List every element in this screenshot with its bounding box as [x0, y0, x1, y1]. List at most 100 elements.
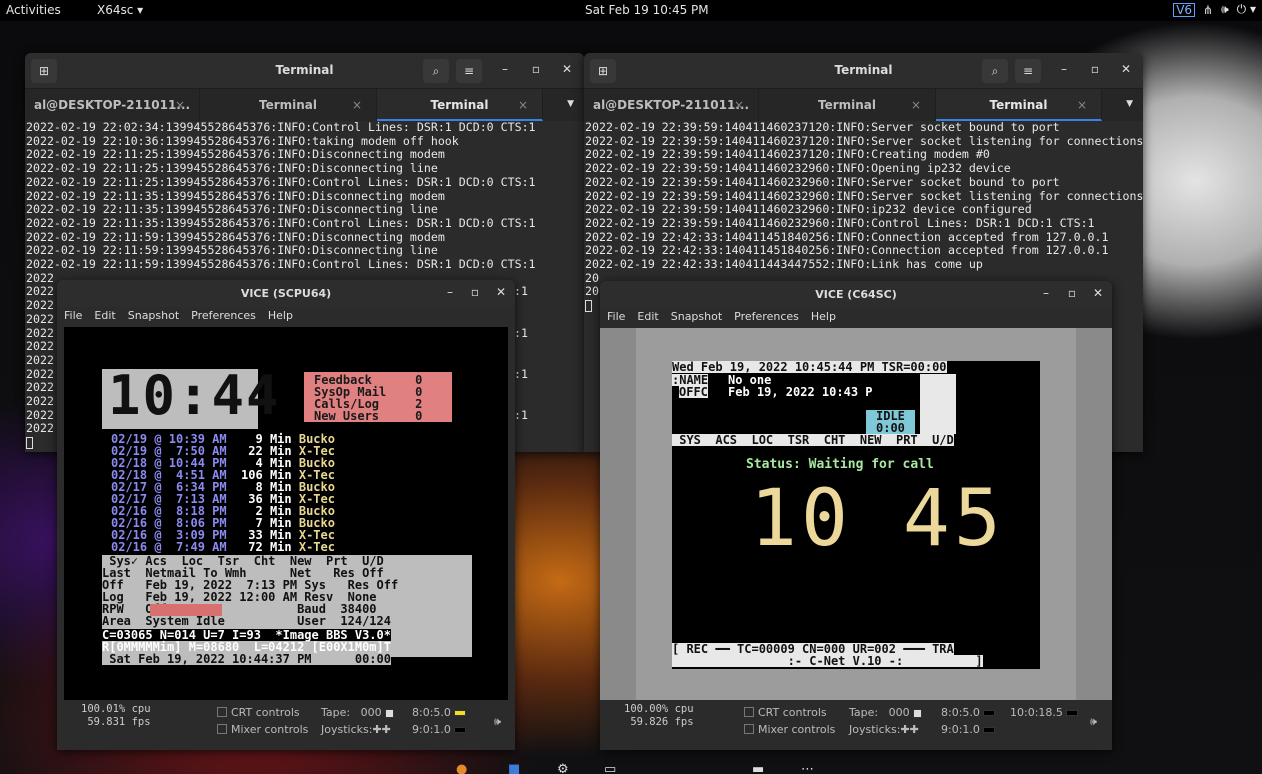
- terminal-line: 2022-02-19 22:11:35:139945528645376:INFO…: [26, 215, 536, 230]
- power-icon[interactable]: ⏻ ▾: [1237, 2, 1256, 17]
- maximize-button[interactable]: ▫: [1087, 62, 1103, 76]
- search-icon[interactable]: ⌕: [982, 59, 1008, 83]
- volume-icon[interactable]: 🕪: [1221, 2, 1229, 17]
- drive9-status[interactable]: 9:0:1.0: [941, 723, 996, 736]
- drive10-status[interactable]: 10:0:18.5: [1010, 706, 1079, 719]
- crt-controls-checkbox[interactable]: CRT controls: [744, 706, 827, 719]
- bbs-info: Last Netmail To Wmh Net Res Off Off Feb 1…: [102, 567, 398, 627]
- emulator-screen[interactable]: 10:44 Feedback 0 SysOp Mail 0 Calls/Log 2N…: [64, 327, 508, 703]
- terminal-line: 2022-02-19 22:11:25:139945528645376:INFO…: [26, 161, 438, 176]
- drive8-status[interactable]: 8:0:5.0: [941, 706, 996, 719]
- tab-2[interactable]: Terminal ×: [200, 89, 377, 121]
- menu-edit[interactable]: Edit: [94, 307, 115, 327]
- volume-icon[interactable]: 🕪: [494, 715, 501, 729]
- show-apps-icon[interactable]: ⋯: [801, 762, 814, 774]
- network-icon[interactable]: ⋔: [1203, 3, 1213, 17]
- vice-tray-icon[interactable]: V6: [1173, 2, 1196, 17]
- tab-3[interactable]: Terminal ×: [936, 89, 1102, 121]
- terminal-line: 2022-02-19 22:39:59:140411460237120:INFO…: [585, 121, 1060, 134]
- maximize-button[interactable]: ▫: [467, 285, 483, 299]
- joystick-icon: ✚✚: [900, 723, 919, 736]
- terminal-icon[interactable]: ▭: [604, 762, 616, 774]
- firefox-icon[interactable]: ●: [456, 762, 467, 774]
- close-button[interactable]: ✕: [1090, 286, 1106, 300]
- tab-bar: al@DESKTOP-211011... × Terminal × Terminal…: [25, 89, 584, 121]
- drive9-label: 9:0:1.0: [941, 723, 980, 736]
- menu-file[interactable]: File: [64, 307, 82, 327]
- stat-label: New Users: [314, 409, 416, 423]
- drive9-status[interactable]: 9:0:1.0: [412, 723, 467, 736]
- hamburger-menu-icon[interactable]: ≡: [456, 59, 482, 83]
- close-tab-icon[interactable]: ×: [352, 89, 362, 121]
- joystick-status[interactable]: Joysticks:✚✚: [321, 723, 391, 736]
- menu-snapshot[interactable]: Snapshot: [671, 308, 722, 328]
- tape-status[interactable]: Tape: 000: [321, 706, 395, 719]
- cursor: [585, 299, 592, 312]
- vice-menubar: File Edit Snapshot Preferences Help: [57, 307, 515, 327]
- close-button[interactable]: ✕: [559, 62, 575, 76]
- terminal-line: 2022-02-19 22:39:59:140411460232960:INFO…: [585, 202, 1032, 217]
- search-icon[interactable]: ⌕: [423, 59, 449, 83]
- drive8-status[interactable]: 8:0:5.0: [412, 706, 467, 719]
- vice-statusbar: 100.01% cpu 59.831 fps CRT controls Mixer…: [57, 700, 515, 750]
- joystick-label: Joysticks:: [321, 723, 373, 736]
- vice-header: VICE (SCPU64) – ▫ ✕: [57, 280, 515, 307]
- menu-preferences[interactable]: Preferences: [191, 307, 256, 327]
- system-tray[interactable]: V6 ⋔ 🕪 ⏻ ▾: [1173, 2, 1256, 17]
- close-button[interactable]: ✕: [1118, 62, 1134, 76]
- menu-edit[interactable]: Edit: [637, 308, 658, 328]
- menu-preferences[interactable]: Preferences: [734, 308, 799, 328]
- crt-controls-checkbox[interactable]: CRT controls: [217, 706, 300, 719]
- tape-label: Tape:: [849, 706, 879, 719]
- minimize-button[interactable]: –: [1038, 286, 1054, 300]
- activities-button[interactable]: Activities: [6, 3, 61, 17]
- tab-dropdown-icon[interactable]: ▼: [567, 99, 574, 109]
- drive9-label: 9:0:1.0: [412, 723, 451, 736]
- menu-help[interactable]: Help: [268, 307, 293, 327]
- cpu-readout: 100.01% cpu: [81, 703, 151, 715]
- tab-1[interactable]: al@DESKTOP-211011... ×: [584, 89, 759, 121]
- minimize-button[interactable]: –: [497, 62, 513, 76]
- close-tab-icon[interactable]: ×: [1077, 89, 1087, 121]
- bbs-stats: Feedback 0 SysOp Mail 0 Calls/Log 2 New Use…: [314, 374, 422, 422]
- mixer-controls-checkbox[interactable]: Mixer controls: [744, 723, 835, 736]
- volume-icon[interactable]: 🕪: [1090, 715, 1097, 729]
- tape-status[interactable]: Tape: 000: [849, 706, 923, 719]
- minimize-button[interactable]: –: [442, 285, 458, 299]
- close-tab-icon[interactable]: ×: [911, 89, 921, 121]
- app-menu[interactable]: X64sc ▾: [97, 3, 143, 17]
- files-icon[interactable]: ■: [508, 762, 520, 774]
- mixer-controls-checkbox[interactable]: Mixer controls: [217, 723, 308, 736]
- terminal-line: 2022-02-19 22:11:59:139945528645376:INFO…: [26, 243, 438, 258]
- drive-icon[interactable]: ▬: [752, 762, 764, 774]
- emulator-screen[interactable]: Wed Feb 19, 2022 10:45:44 PM TSR=00:00 :…: [600, 328, 1112, 701]
- status-line: Status: Waiting for call: [746, 457, 934, 472]
- close-tab-icon[interactable]: ×: [734, 89, 744, 121]
- tab-dropdown-icon[interactable]: ▼: [1126, 99, 1133, 109]
- hamburger-menu-icon[interactable]: ≡: [1015, 59, 1041, 83]
- tab-1[interactable]: al@DESKTOP-211011... ×: [25, 89, 200, 121]
- terminal-line: 2022-02-19 22:11:25:139945528645376:INFO…: [26, 174, 536, 189]
- close-tab-icon[interactable]: ×: [518, 89, 528, 121]
- minimize-button[interactable]: –: [1056, 62, 1072, 76]
- menu-snapshot[interactable]: Snapshot: [128, 307, 179, 327]
- settings-icon[interactable]: ⚙: [557, 762, 569, 774]
- vice-window-scpu64: VICE (SCPU64) – ▫ ✕ File Edit Snapshot P…: [57, 280, 515, 750]
- tape-counter: 000: [360, 706, 382, 719]
- menu-file[interactable]: File: [607, 308, 625, 328]
- clock[interactable]: Sat Feb 19 10:45 PM: [585, 3, 709, 17]
- joystick-status[interactable]: Joysticks:✚✚: [849, 723, 919, 736]
- tab-3[interactable]: Terminal ×: [377, 89, 543, 121]
- maximize-button[interactable]: ▫: [1064, 286, 1080, 300]
- tab-2[interactable]: Terminal ×: [759, 89, 936, 121]
- bbs-datetime: Sat Feb 19, 2022 10:44:37 PM 00:00: [102, 652, 391, 666]
- terminal-line: 2022-02-19 22:39:59:140411460232960:INFO…: [585, 161, 1011, 176]
- close-tab-icon[interactable]: ×: [175, 89, 185, 121]
- terminal-line: 2022-02-19 22:11:35:139945528645376:INFO…: [26, 202, 438, 217]
- close-button[interactable]: ✕: [493, 285, 509, 299]
- maximize-button[interactable]: ▫: [528, 62, 544, 76]
- terminal-line: 2022-02-19 22:11:59:139945528645376:INFO…: [26, 229, 445, 244]
- terminal-fragment: :1: [514, 284, 528, 299]
- window-title: VICE (C64SC): [815, 288, 897, 301]
- menu-help[interactable]: Help: [811, 308, 836, 328]
